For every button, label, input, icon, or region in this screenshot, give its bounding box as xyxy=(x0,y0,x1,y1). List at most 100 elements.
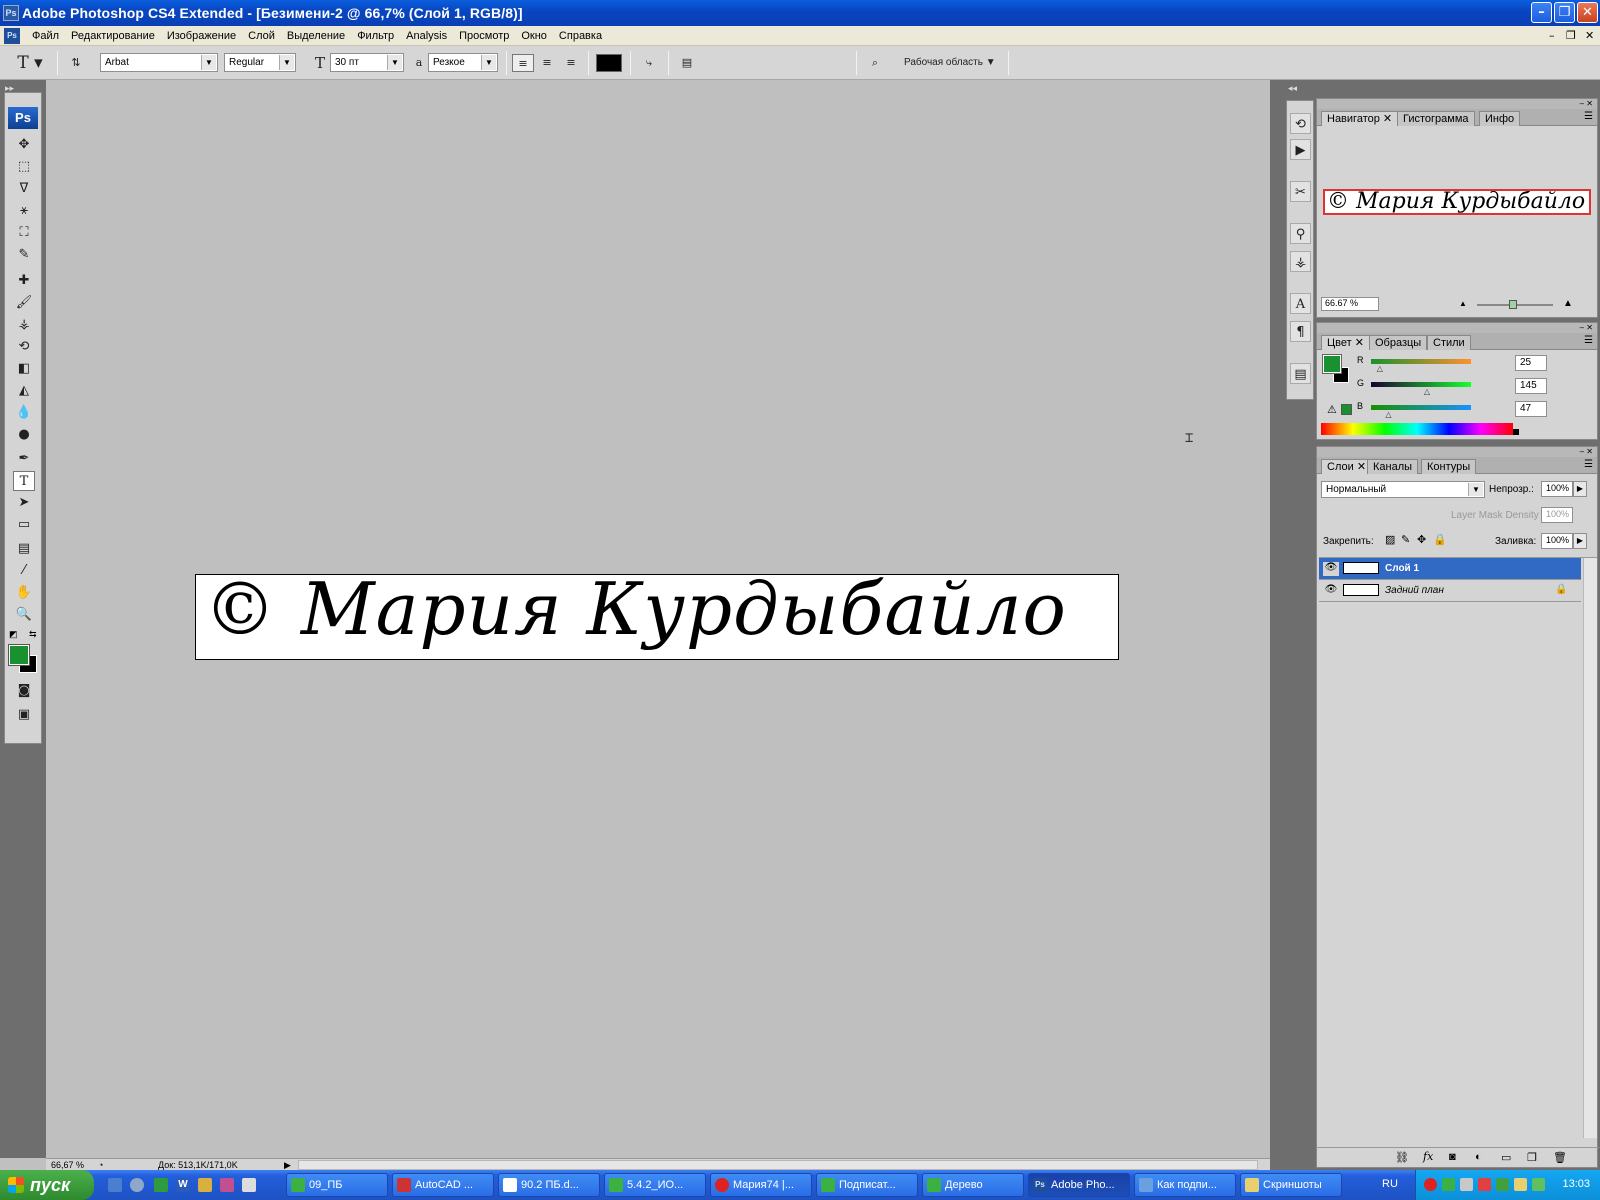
doc-minimize-icon[interactable]: – xyxy=(1549,29,1555,42)
menu-view[interactable]: Просмотр xyxy=(453,29,515,43)
panel-controls[interactable]: – ✕ xyxy=(1317,99,1597,109)
paragraph-panel-icon[interactable]: ¶ xyxy=(1290,321,1311,342)
lock-image-icon[interactable]: ✎ xyxy=(1401,533,1410,546)
pen-tool-icon[interactable]: ✒ xyxy=(13,449,35,469)
notes-tool-icon[interactable]: ▤ xyxy=(13,539,35,559)
palettes-toggle-icon[interactable]: ▤ xyxy=(676,54,698,72)
panel-menu-icon[interactable]: ☰ xyxy=(1584,459,1593,470)
path-selection-tool-icon[interactable]: ➤ xyxy=(13,493,35,513)
magic-wand-tool-icon[interactable]: ⚹ xyxy=(13,201,35,221)
tray-app-icon[interactable] xyxy=(1532,1178,1545,1191)
horizontal-scrollbar[interactable] xyxy=(298,1160,1258,1170)
lock-position-icon[interactable]: ✥ xyxy=(1417,533,1426,546)
navigator-zoom-field[interactable]: 66.67 % xyxy=(1321,297,1379,311)
task-derevo[interactable]: Дерево xyxy=(922,1173,1024,1197)
font-family-select[interactable]: Arbat ▼ xyxy=(100,53,218,72)
minimize-button[interactable]: – xyxy=(1531,2,1552,23)
zoom-tool-icon[interactable]: 🔍 xyxy=(13,605,35,625)
link-layers-icon[interactable]: ⛓ xyxy=(1395,1151,1409,1164)
collapse-arrows-icon[interactable]: ◂◂ xyxy=(1288,83,1297,94)
color-ramp[interactable] xyxy=(1321,423,1513,435)
eye-icon[interactable]: 👁 xyxy=(1323,584,1339,598)
task-podpisat[interactable]: Подписат... xyxy=(816,1173,918,1197)
settings-gear-icon[interactable] xyxy=(130,1178,144,1192)
layer-comps-panel-icon[interactable]: ▤ xyxy=(1290,363,1311,384)
layers-scrollbar[interactable] xyxy=(1583,558,1597,1138)
task-excel-542[interactable]: 5.4.2_ИО... xyxy=(604,1173,706,1197)
swap-colors-icon[interactable]: ⇆ xyxy=(29,629,37,640)
panel-menu-icon[interactable]: ☰ xyxy=(1584,335,1593,346)
excel-icon[interactable] xyxy=(154,1178,168,1192)
text-color-swatch[interactable] xyxy=(596,54,622,72)
start-button[interactable]: пуск xyxy=(0,1170,94,1200)
hand-tool-icon[interactable]: ✋ xyxy=(13,583,35,603)
menu-file[interactable]: Файл xyxy=(26,29,65,43)
channel-g-slider[interactable] xyxy=(1371,382,1471,387)
layer-name[interactable]: Задний план xyxy=(1385,585,1444,596)
zoom-out-icon[interactable]: ▲ xyxy=(1459,299,1467,308)
channel-r-slider[interactable] xyxy=(1371,359,1471,364)
history-brush-tool-icon[interactable]: ⟲ xyxy=(13,337,35,357)
gamut-color-swatch[interactable] xyxy=(1341,404,1352,415)
show-desktop-icon[interactable] xyxy=(108,1178,122,1192)
document-icon[interactable]: Ps xyxy=(4,28,20,44)
paint-bucket-tool-icon[interactable]: ◭ xyxy=(13,381,35,401)
align-center-icon[interactable]: ≡ xyxy=(536,54,558,72)
tab-paths[interactable]: Контуры xyxy=(1421,459,1477,474)
messenger-icon[interactable] xyxy=(198,1178,212,1192)
zoom-slider-thumb[interactable] xyxy=(1509,300,1517,309)
tab-styles[interactable]: Стили xyxy=(1427,335,1471,350)
dodge-tool-icon[interactable]: ● xyxy=(13,425,35,445)
add-mask-icon[interactable]: ◙ xyxy=(1449,1151,1456,1163)
healing-brush-tool-icon[interactable]: ✚ xyxy=(13,271,35,291)
task-screenshots[interactable]: Скриншоты xyxy=(1240,1173,1342,1197)
adjustment-layer-icon[interactable]: ◐ xyxy=(1475,1151,1482,1163)
blend-mode-select[interactable]: Нормальный ▼ xyxy=(1321,481,1485,498)
lasso-tool-icon[interactable]: ᐁ xyxy=(13,179,35,199)
zoom-in-icon[interactable]: ▲ xyxy=(1563,298,1573,309)
close-icon[interactable]: ✕ xyxy=(1383,113,1392,125)
panel-controls[interactable]: – ✕ xyxy=(1317,447,1597,457)
gamut-warning-icon[interactable]: ⚠ xyxy=(1327,403,1337,416)
canvas-text-layer[interactable]: © Мария Курдыбайло xyxy=(204,575,1067,651)
menu-layer[interactable]: Слой xyxy=(242,29,281,43)
text-orientation-icon[interactable]: ⇅ xyxy=(66,54,86,72)
actions-panel-icon[interactable]: ▶ xyxy=(1290,139,1311,160)
eyedropper-sample-tool-icon[interactable]: ⁄ xyxy=(13,561,35,581)
close-button[interactable]: ✕ xyxy=(1577,2,1598,23)
doc-restore-icon[interactable]: ❐ xyxy=(1566,29,1576,42)
foreground-color-swatch[interactable] xyxy=(8,644,30,666)
tab-navigator[interactable]: Навигатор ✕ xyxy=(1321,111,1399,126)
panel-menu-icon[interactable]: ☰ xyxy=(1584,111,1593,122)
menu-analysis[interactable]: Analysis xyxy=(400,29,453,43)
move-tool-icon[interactable]: ✥ xyxy=(13,135,35,155)
color-foreground-swatch[interactable] xyxy=(1322,354,1342,374)
close-icon[interactable]: ✕ xyxy=(1357,461,1366,473)
channel-b-value[interactable]: 47 xyxy=(1515,401,1547,417)
layer-style-icon[interactable]: fx xyxy=(1423,1150,1433,1163)
type-tool-icon[interactable]: T xyxy=(13,471,35,491)
task-autocad[interactable]: AutoCAD ... xyxy=(392,1173,494,1197)
canvas-area[interactable]: © Мария Курдыбайло ⌶ ▲ ▼ xyxy=(46,80,1284,1158)
eraser-tool-icon[interactable]: ◧ xyxy=(13,359,35,379)
document-canvas[interactable]: © Мария Курдыбайло xyxy=(195,574,1119,660)
clone-source-panel-icon[interactable]: ⚶ xyxy=(1290,251,1311,272)
tray-antivirus-icon[interactable] xyxy=(1478,1178,1491,1191)
task-09-pb[interactable]: 09_ПБ xyxy=(286,1173,388,1197)
channel-r-value[interactable]: 25 xyxy=(1515,355,1547,371)
menu-edit[interactable]: Редактирование xyxy=(65,29,161,43)
workspace-switcher[interactable]: Рабочая область ▼ xyxy=(904,54,1000,72)
warp-text-icon[interactable]: ⤷ xyxy=(638,54,660,72)
menu-select[interactable]: Выделение xyxy=(281,29,351,43)
language-indicator[interactable]: RU xyxy=(1382,1178,1398,1190)
menu-help[interactable]: Справка xyxy=(553,29,608,43)
lock-transparency-icon[interactable]: ▨ xyxy=(1385,533,1395,546)
character-panel-icon[interactable]: A xyxy=(1290,293,1311,314)
tab-histogram[interactable]: Гистограмма xyxy=(1397,111,1475,126)
tray-app-icon[interactable] xyxy=(1460,1178,1473,1191)
font-size-select[interactable]: 30 пт ▼ xyxy=(330,53,404,72)
task-photoshop[interactable]: Ps Adobe Pho... xyxy=(1028,1173,1130,1197)
brushes-panel-icon[interactable]: ⚲ xyxy=(1290,223,1311,244)
align-left-icon[interactable]: ≡ xyxy=(512,54,534,72)
tool-preset-picker[interactable]: T ▾ xyxy=(14,54,46,72)
